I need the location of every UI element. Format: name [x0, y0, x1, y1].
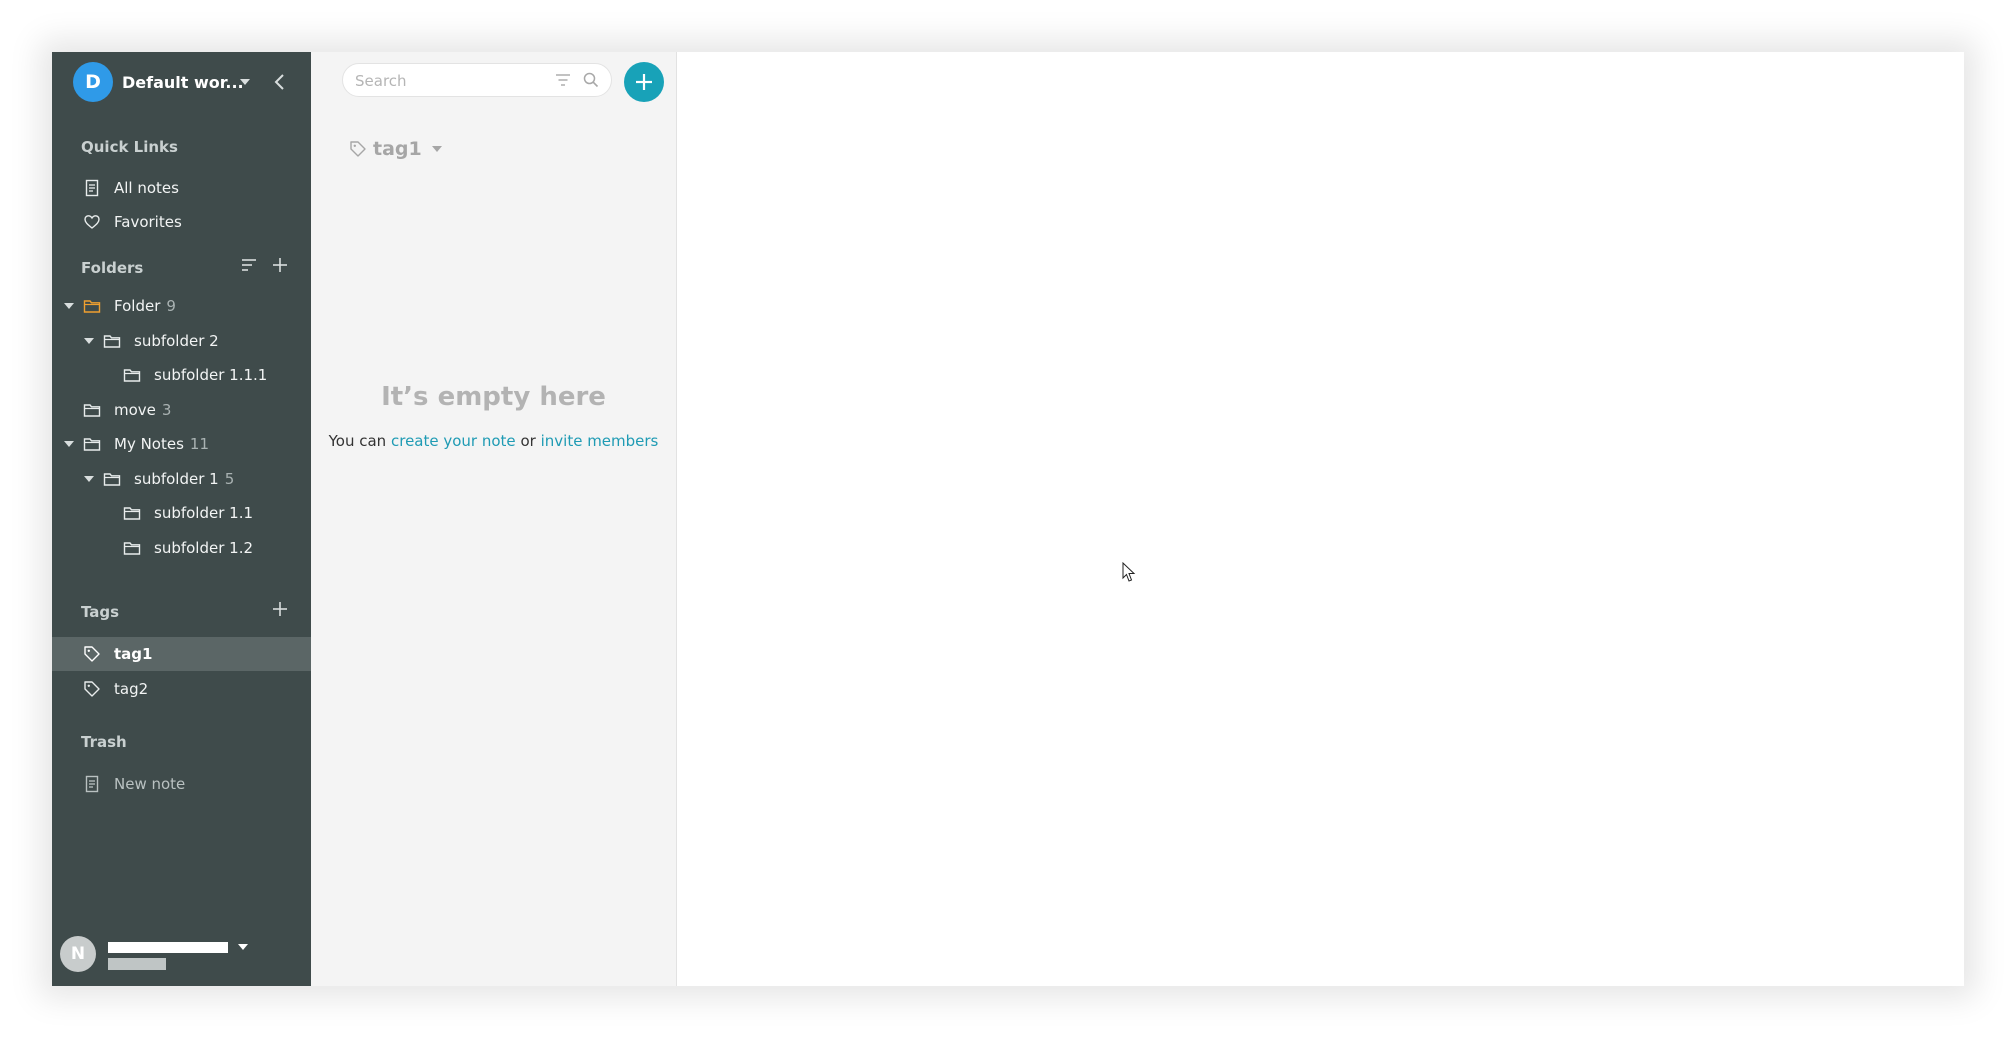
folder-icon — [83, 300, 101, 313]
current-tag-selector[interactable]: tag1 — [349, 137, 442, 161]
empty-state-title: It’s empty here — [381, 382, 606, 412]
search-icon[interactable] — [582, 71, 600, 89]
sidebar-item-label: Favorites — [114, 213, 182, 231]
tag-icon — [350, 141, 366, 157]
search-input[interactable] — [353, 70, 547, 92]
sidebar-item-label: All notes — [114, 179, 179, 197]
tags-title: Tags — [81, 603, 120, 621]
sidebar-item-folder[interactable]: subfolder 2 — [52, 324, 311, 358]
folder-label: move — [114, 401, 156, 419]
sidebar-item-all-notes[interactable]: All notes — [52, 171, 311, 205]
sidebar-item-folder[interactable]: subfolder 1.2 — [52, 531, 311, 565]
folder-label: Folder — [114, 297, 161, 315]
plus-icon — [636, 74, 652, 90]
empty-hint-prefix: You can — [328, 432, 387, 450]
sidebar-item-folder[interactable]: subfolder 1.1 — [52, 496, 311, 530]
sidebar-item-tag1[interactable]: tag1 — [52, 637, 311, 671]
user-avatar: N — [60, 936, 96, 972]
folder-label: subfolder 1.1.1 — [154, 366, 268, 384]
app-window: D Default wor... Quick Links All notes F… — [52, 52, 1964, 986]
add-tag-icon[interactable] — [270, 599, 290, 619]
user-menu[interactable]: N — [60, 936, 300, 976]
empty-hint-or: or — [520, 432, 536, 450]
add-folder-icon[interactable] — [270, 255, 290, 275]
note-icon — [85, 179, 99, 197]
sidebar: D Default wor... Quick Links All notes F… — [52, 52, 311, 986]
filter-icon[interactable] — [554, 71, 572, 89]
quick-links-title: Quick Links — [81, 138, 178, 156]
trash-note-label: New note — [114, 775, 186, 793]
sidebar-item-folder[interactable]: Folder 9 — [52, 289, 311, 323]
tag-icon — [84, 646, 100, 662]
folder-count: 9 — [166, 297, 176, 315]
invite-members-link[interactable]: invite members — [541, 432, 659, 450]
sidebar-item-tag2[interactable]: tag2 — [52, 672, 311, 706]
sidebar-item-folder[interactable]: move 3 — [52, 393, 311, 427]
workspace-avatar: D — [73, 62, 113, 102]
sort-icon[interactable] — [239, 255, 259, 275]
folder-icon — [123, 507, 141, 520]
sidebar-item-folder[interactable]: subfolder 1 5 — [52, 462, 311, 496]
workspace-caret-icon[interactable] — [240, 79, 250, 85]
workspace-name: Default wor... — [122, 72, 244, 92]
note-list-panel: tag1 It’s empty here You can create your… — [311, 52, 677, 986]
folder-label: My Notes — [114, 435, 184, 453]
folder-icon — [123, 369, 141, 382]
folders-title: Folders — [81, 259, 144, 277]
sidebar-item-favorites[interactable]: Favorites — [52, 205, 311, 239]
chevron-down-icon — [431, 146, 442, 152]
folder-icon — [103, 473, 121, 486]
folder-label: subfolder 1 — [134, 470, 219, 488]
folder-icon — [123, 542, 141, 555]
empty-state-hint: You can create your note or invite membe… — [311, 432, 676, 450]
folder-icon — [83, 404, 101, 417]
heart-icon — [84, 215, 100, 229]
create-note-link[interactable]: create your note — [391, 432, 516, 450]
sidebar-item-folder[interactable]: subfolder 1.1.1 — [52, 358, 311, 392]
user-email-redacted — [108, 958, 166, 970]
folder-label: subfolder 1.2 — [154, 539, 254, 557]
expand-caret-icon[interactable] — [64, 303, 74, 309]
user-name-redacted — [108, 942, 228, 953]
expand-caret-icon[interactable] — [84, 476, 94, 482]
expand-caret-icon[interactable] — [64, 441, 74, 447]
current-tag-label: tag1 — [373, 138, 422, 160]
expand-caret-icon[interactable] — [84, 338, 94, 344]
new-note-button[interactable] — [624, 62, 664, 102]
folder-count: 11 — [189, 435, 210, 453]
tag-label: tag2 — [114, 680, 149, 698]
editor-area[interactable] — [677, 52, 1964, 986]
search-box — [342, 63, 612, 97]
trash-title: Trash — [81, 733, 127, 751]
tag-icon — [84, 681, 100, 697]
folder-icon — [103, 335, 121, 348]
note-icon — [85, 775, 99, 793]
mouse-cursor-icon — [1122, 562, 1136, 582]
user-caret-icon[interactable] — [238, 944, 248, 950]
workspace-switcher[interactable]: D Default wor... — [73, 62, 303, 102]
folder-icon — [83, 438, 101, 451]
folder-count: 3 — [161, 401, 172, 419]
sidebar-item-folder[interactable]: My Notes 11 — [52, 427, 311, 461]
collapse-sidebar-icon[interactable] — [270, 72, 290, 92]
tag-label: tag1 — [114, 645, 153, 663]
sidebar-item-trash-note[interactable]: New note — [52, 767, 311, 801]
folder-label: subfolder 1.1 — [154, 504, 254, 522]
folder-label: subfolder 2 — [134, 332, 219, 350]
folder-count: 5 — [224, 470, 235, 488]
